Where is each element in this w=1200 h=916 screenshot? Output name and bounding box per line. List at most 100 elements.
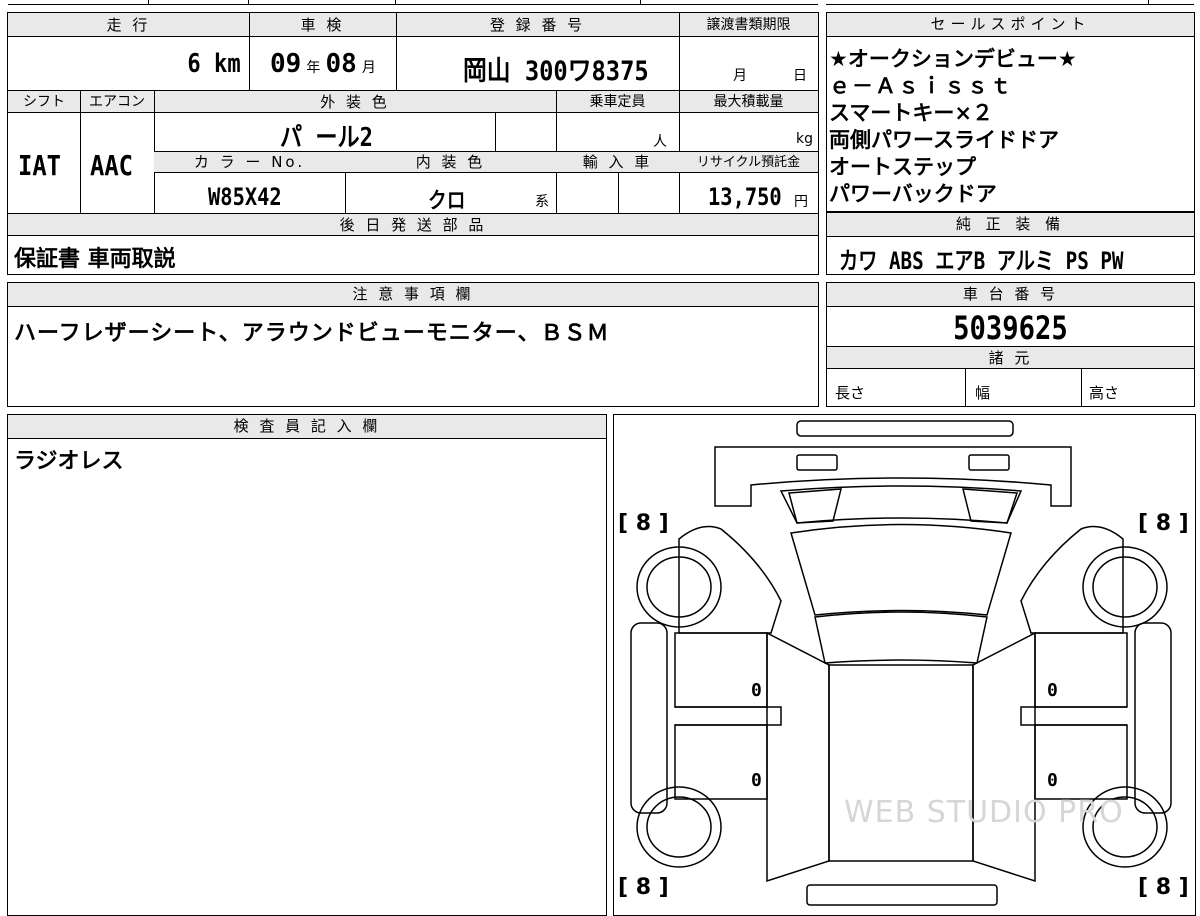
mileage-value-group: 6 km [188, 49, 241, 79]
shift-value: IAT [18, 149, 61, 182]
spec-header: 諸 元 [827, 347, 1194, 369]
load-unit: kg [796, 131, 813, 147]
divider [1148, 0, 1149, 5]
divider [80, 90, 81, 213]
inspection-value-group: 09 年 08 月 [270, 49, 376, 79]
color-no-value: W85X42 [208, 183, 282, 211]
rear-bumper [806, 884, 998, 906]
top-border-line [826, 4, 1194, 5]
roof-panel [828, 664, 974, 862]
shift-header: シフト [23, 94, 65, 110]
top-border-line [8, 4, 818, 5]
width-label: 幅 [975, 384, 991, 402]
equipment-box: 純 正 装 備 カワ ABS エアB アルミ PS PW [826, 212, 1195, 275]
divider [495, 113, 496, 151]
deadline-day-unit: 日 [793, 68, 807, 84]
sales-point-6: パワーバックドア [829, 182, 997, 206]
windshield [790, 523, 1012, 616]
right-rear-door-mark: 0 [1047, 770, 1058, 791]
mileage-value: 6 [187, 49, 202, 79]
recycle-header: リサイクル預託金 [696, 155, 801, 170]
inspection-year: 09 [270, 49, 302, 79]
vehicle-diagram-box: [ 8 ] [ 8 ] [ 8 ] [ 8 ] 0 0 0 0 WEB STUD… [613, 414, 1196, 916]
sales-points-box: セールスポイント ★オークションデビュー★ ｅ－Ａｓｉｓｓｔ スマートキー×２ … [826, 12, 1195, 212]
vehicle-info-box: 走 行 車 検 登 録 番 号 譲渡書類期限 6 km 09 年 08 月 岡山… [7, 12, 819, 275]
inspection-month: 08 [325, 49, 357, 79]
deadline-header: 譲渡書類期限 [706, 17, 791, 33]
divider [640, 0, 641, 5]
divider [395, 0, 396, 5]
left-rear-quarter [766, 631, 830, 883]
aircon-value: AAC [90, 149, 133, 182]
right-sill [1020, 706, 1127, 726]
max-load-header: 最大積載量 [713, 94, 784, 110]
capacity-header: 乗車定員 [589, 94, 646, 110]
mileage-header: 走 行 [106, 16, 151, 34]
vehicle-diagram [630, 420, 1172, 906]
recycle-value: 13,750 [708, 183, 782, 211]
height-label: 高さ [1089, 384, 1120, 402]
equipment-header: 純 正 装 備 [827, 213, 1194, 237]
right-rear-quarter [972, 631, 1036, 883]
front-right-wheel [1082, 546, 1168, 628]
divider [148, 0, 149, 5]
notes-value: ハーフレザーシート、アラウンドビューモニター、ＢＳＭ [14, 321, 610, 346]
chassis-value: 5039625 [953, 309, 1068, 347]
inspection-header: 車 検 [300, 16, 345, 34]
year-unit: 年 [306, 60, 321, 76]
capacity-unit: 人 [653, 134, 667, 150]
license-plate-right [968, 454, 1010, 471]
sales-point-3: スマートキー×２ [829, 101, 993, 125]
notes-header: 注 意 事 項 欄 [8, 283, 818, 307]
color-no-header: カ ラ ー No. [193, 153, 306, 171]
sales-point-1: ★オークションデビュー★ [829, 47, 1077, 71]
divider [679, 13, 680, 90]
divider [396, 13, 397, 90]
later-parts-header: 後 日 発 送 部 品 [8, 214, 818, 236]
sales-point-4: 両側パワースライドドア [829, 128, 1059, 152]
notes-box: 注 意 事 項 欄 ハーフレザーシート、アラウンドビューモニター、ＢＳＭ [7, 282, 819, 407]
left-front-door-mark: 0 [751, 680, 762, 701]
mileage-unit: km [214, 49, 241, 79]
month-unit: 月 [361, 60, 376, 76]
inspector-header: 検 査 員 記 入 欄 [8, 415, 606, 439]
sales-point-2: ｅ－Ａｓｉｓｓｔ [829, 74, 1013, 98]
roof [814, 611, 988, 664]
right-body-outline [1020, 525, 1124, 634]
right-front-door-mark: 0 [1047, 680, 1058, 701]
headlight-left [788, 488, 842, 524]
right-mirror [1134, 622, 1172, 814]
aircon-header: エアコン [89, 94, 145, 110]
divider [965, 369, 966, 406]
chassis-value-wrap: 5039625 [827, 309, 1194, 347]
recycle-unit: 円 [794, 194, 808, 210]
left-mirror [630, 622, 668, 814]
chassis-box: 車 台 番 号 5039625 諸 元 長さ 幅 高さ [826, 282, 1195, 407]
divider [248, 0, 249, 5]
tire-tread-front-right: [ 8 ] [1138, 511, 1189, 536]
tire-tread-rear-left: [ 8 ] [618, 875, 669, 900]
inspector-box: 検 査 員 記 入 欄 ラジオレス [7, 414, 607, 916]
registration-value: 岡山 300ワ8375 [463, 56, 649, 87]
tire-tread-rear-right: [ 8 ] [1138, 875, 1189, 900]
sales-point-5: オートステップ [829, 155, 976, 179]
left-sill [675, 706, 782, 726]
divider [1081, 369, 1082, 406]
registration-header: 登 録 番 号 [489, 16, 586, 34]
headlight-right [962, 488, 1019, 524]
left-rear-door-mark: 0 [751, 770, 762, 791]
equipment-value: カワ ABS エアB アルミ PS PW [839, 247, 1124, 275]
left-body-outline [678, 525, 782, 634]
exterior-header: 外 装 色 [320, 93, 390, 111]
length-label: 長さ [835, 384, 866, 402]
exterior-value: パ ール2 [280, 123, 373, 153]
front-bumper [796, 420, 1014, 437]
sales-points-header: セールスポイント [827, 13, 1194, 37]
import-header: 輸 入 車 [582, 153, 653, 171]
interior-header: 内 装 色 [415, 153, 486, 171]
inspector-value: ラジオレス [14, 449, 124, 474]
interior-suffix: 系 [535, 194, 549, 210]
watermark: WEB STUDIO PRO [844, 795, 1124, 830]
deadline-month-unit: 月 [733, 68, 747, 84]
interior-value: クロ [428, 189, 466, 214]
